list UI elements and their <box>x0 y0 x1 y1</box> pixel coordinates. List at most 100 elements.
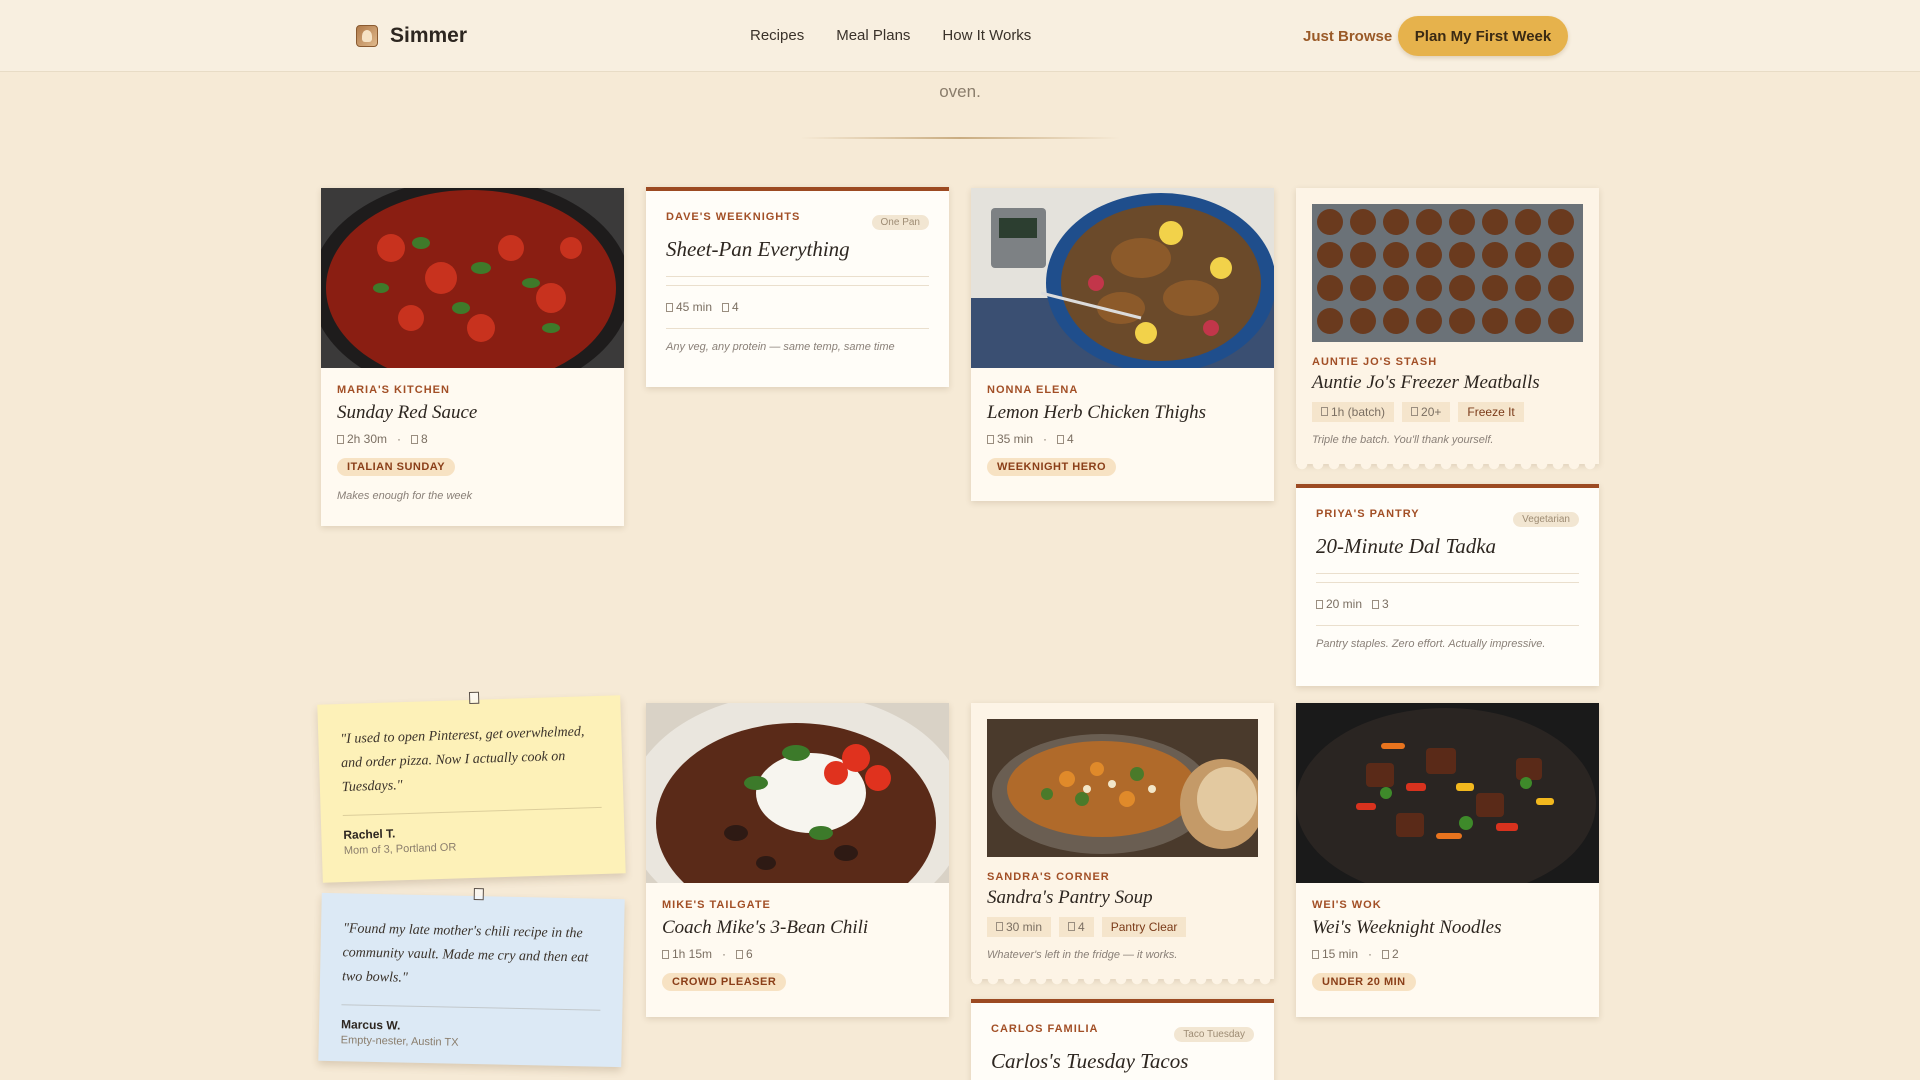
serves-chip: 4 <box>1059 917 1094 937</box>
serves-icon <box>1068 922 1076 931</box>
recipe-note: Whatever's left in the fridge — it works… <box>987 949 1178 961</box>
recipe-title: 20-Minute Dal Tadka <box>1316 534 1497 558</box>
recipe-title: Auntie Jo's Freezer Meatballs <box>1312 372 1540 393</box>
recipe-source: Mike's Tailgate <box>662 899 771 911</box>
recipe-tag: Weeknight Hero <box>987 458 1117 476</box>
recipe-tag: Crowd Pleaser <box>662 973 787 991</box>
recipe-source: Auntie Jo's Stash <box>1312 356 1438 368</box>
time-meta: 2h 30m <box>337 432 387 446</box>
card-rule <box>666 328 929 329</box>
category-pill: One Pan <box>871 215 929 230</box>
recipe-note: Makes enough for the week <box>337 490 473 502</box>
time-meta: 20 min <box>1316 597 1362 611</box>
category-pill: Taco Tuesday <box>1174 1027 1254 1042</box>
recipe-card-soup[interactable]: Sandra's Corner Sandra's Pantry Soup 30 … <box>971 703 1274 985</box>
clock-icon <box>987 435 994 444</box>
serves-icon <box>411 435 419 444</box>
clock-icon <box>996 922 1003 931</box>
time-meta: 1h 15m <box>662 947 712 961</box>
recipe-card-lemon-chicken[interactable]: Nonna Elena Lemon Herb Chicken Thighs 35… <box>971 188 1274 501</box>
clock-icon <box>1312 950 1319 959</box>
time-chip: 1h (batch) <box>1312 402 1395 422</box>
pin-icon <box>468 691 479 705</box>
recipe-card-chili[interactable]: Mike's Tailgate Coach Mike's 3-Bean Chil… <box>646 703 949 1017</box>
ruled-lines <box>666 276 929 286</box>
scalloped-edge <box>1296 464 1599 470</box>
recipe-note: Any veg, any protein — same temp, same t… <box>666 341 895 353</box>
sauce-photo <box>321 188 624 368</box>
logo-text: Simmer <box>390 24 468 47</box>
recipe-title: Sandra's Pantry Soup <box>987 887 1153 908</box>
recipe-card-meatballs[interactable]: Auntie Jo's Stash Auntie Jo's Freezer Me… <box>1296 188 1599 470</box>
logo[interactable]: Simmer <box>356 24 467 48</box>
nav-meal-plans[interactable]: Meal Plans <box>836 27 910 44</box>
recipe-chips: 30 min 4 Pantry Clear <box>987 917 1258 937</box>
recipe-source: Wei's Wok <box>1312 899 1382 911</box>
recipe-title: Coach Mike's 3-Bean Chili <box>662 917 869 938</box>
serves-icon <box>736 950 744 959</box>
testimonial-author: Marcus W. <box>340 1017 401 1033</box>
recipe-card-sheet-pan[interactable]: Dave's Weeknights One Pan Sheet-Pan Ever… <box>646 187 949 387</box>
noodles-photo <box>1296 703 1599 883</box>
recipe-card-noodles[interactable]: Wei's Wok Wei's Weeknight Noodles 15 min… <box>1296 703 1599 1017</box>
recipe-title: Carlos's Tuesday Tacos <box>991 1049 1189 1073</box>
card-rule <box>1316 625 1579 626</box>
testimonial-quote: "Found my late mother's chili recipe in … <box>341 921 589 986</box>
serves-meta: 2 <box>1382 947 1399 961</box>
section-divider <box>800 137 1120 139</box>
recipe-meta: 45 min 4 <box>666 300 929 314</box>
time-meta: 35 min <box>987 432 1033 446</box>
serves-meta: 4 <box>1057 432 1074 446</box>
time-chip: 30 min <box>987 917 1052 937</box>
recipe-tag: Italian Sunday <box>337 458 456 476</box>
plan-first-week-button[interactable]: Plan My First Week <box>1398 16 1568 56</box>
serves-icon <box>1411 407 1419 416</box>
pantry-chip: Pantry Clear <box>1101 917 1187 937</box>
main-nav: Recipes Meal Plans How It Works <box>750 27 1031 44</box>
recipe-title: Lemon Herb Chicken Thighs <box>987 402 1207 423</box>
serves-meta: 3 <box>1372 597 1389 611</box>
time-meta: 15 min <box>1312 947 1358 961</box>
ruled-lines <box>1316 573 1579 583</box>
recipe-meta: 15 min · 2 <box>1312 947 1583 961</box>
recipe-meta: 35 min · 4 <box>987 432 1258 446</box>
scalloped-edge <box>971 979 1274 985</box>
serves-icon <box>1382 950 1390 959</box>
nav-recipes[interactable]: Recipes <box>750 27 804 44</box>
soup-photo <box>987 719 1258 857</box>
recipe-chips: 1h (batch) 20+ Freeze It <box>1312 402 1583 422</box>
recipe-title: Sheet-Pan Everything <box>666 237 850 261</box>
clock-icon <box>337 435 344 444</box>
recipe-card-sunday-red-sauce[interactable]: Maria's Kitchen Sunday Red Sauce 2h 30m … <box>321 188 624 526</box>
recipe-title: Sunday Red Sauce <box>337 402 478 423</box>
recipe-meta: 1h 15m · 6 <box>662 947 933 961</box>
clock-icon <box>1321 407 1328 416</box>
recipe-meta: 20 min 3 <box>1316 597 1579 611</box>
clock-icon <box>1316 600 1323 609</box>
clock-icon <box>666 303 673 312</box>
hero-subtitle: oven. <box>939 82 981 101</box>
chili-photo <box>646 703 949 883</box>
serves-icon <box>722 303 730 312</box>
recipe-meta: 2h 30m · 8 <box>337 432 608 446</box>
recipe-card-tacos[interactable]: Carlos Familia Taco Tuesday Carlos's Tue… <box>971 999 1274 1080</box>
serves-meta: 6 <box>736 947 753 961</box>
testimonial-quote: "I used to open Pinterest, get overwhelm… <box>340 724 585 795</box>
clock-icon <box>662 950 669 959</box>
time-meta: 45 min <box>666 300 712 314</box>
chicken-photo <box>971 188 1274 368</box>
meatballs-photo <box>1312 204 1583 342</box>
freeze-chip: Freeze It <box>1458 402 1524 422</box>
recipe-note: Triple the batch. You'll thank yourself. <box>1312 434 1494 446</box>
recipe-source: Sandra's Corner <box>987 871 1110 883</box>
top-nav-bar: Simmer Recipes Meal Plans How It Works J… <box>0 0 1920 72</box>
recipe-title: Wei's Weeknight Noodles <box>1312 917 1502 938</box>
chef-logo-icon <box>356 25 378 47</box>
serves-meta: 4 <box>722 300 739 314</box>
serves-icon <box>1057 435 1065 444</box>
serves-chip: 20+ <box>1402 402 1451 422</box>
just-browse-link[interactable]: Just Browse <box>1303 28 1392 45</box>
nav-how-it-works[interactable]: How It Works <box>942 27 1031 44</box>
recipe-card-dal[interactable]: Priya's Pantry Vegetarian 20-Minute Dal … <box>1296 484 1599 686</box>
sticky-rule <box>341 1004 601 1012</box>
